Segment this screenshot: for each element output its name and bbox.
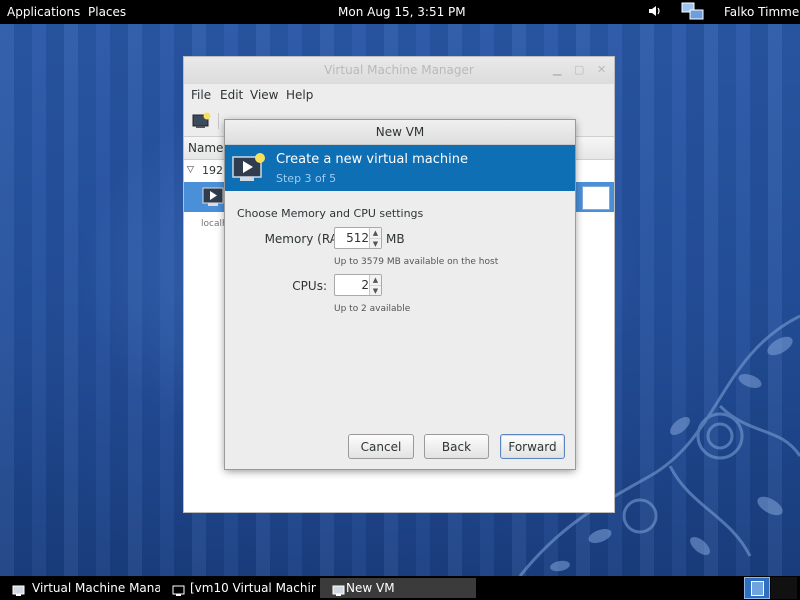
places-menu[interactable]: Places — [88, 5, 126, 19]
menu-edit[interactable]: Edit — [220, 88, 243, 102]
cpu-increment-icon[interactable]: ▲ — [370, 275, 381, 285]
memory-spinner-arrows: ▲ ▼ — [369, 228, 381, 248]
menu-file[interactable]: File — [191, 88, 211, 102]
workspace-switcher-2[interactable] — [771, 577, 797, 599]
cpu-spinner-arrows: ▲ ▼ — [369, 275, 381, 295]
workspace-window-thumbnail — [751, 581, 764, 596]
clock[interactable]: Mon Aug 15, 3:51 PM — [338, 5, 466, 19]
minimize-icon[interactable]: ▁ — [553, 63, 561, 76]
cpu-decrement-icon[interactable]: ▼ — [370, 285, 381, 295]
vm-sublabel: localh — [201, 219, 228, 229]
dialog-title-bar[interactable]: New VM — [225, 120, 575, 145]
taskbar-label: Virtual Machine Mana... — [32, 581, 160, 595]
menu-view[interactable]: View — [250, 88, 278, 102]
wizard-title: Create a new virtual machine — [276, 152, 468, 167]
expander-icon[interactable]: ▽ — [187, 165, 194, 175]
wizard-header: Create a new virtual machine Step 3 of 5 — [225, 145, 575, 191]
new-vm-dialog: New VM Create a new virtual machine Step… — [225, 120, 575, 469]
taskbar-label: New VM — [346, 581, 395, 595]
forward-button[interactable]: Forward — [500, 434, 565, 459]
taskbar-label: [vm10 Virtual Machine] — [190, 581, 316, 595]
user-menu[interactable]: Falko Timme — [724, 5, 799, 19]
connection-label: 192. — [202, 164, 227, 177]
column-name[interactable]: Name — [188, 141, 223, 155]
cancel-button[interactable]: Cancel — [348, 434, 414, 459]
vmm-icon — [12, 583, 26, 598]
cpu-usage-graph — [582, 186, 610, 210]
taskbar-item-vmm[interactable]: Virtual Machine Mana... — [0, 578, 160, 598]
cpu-input[interactable] — [335, 275, 371, 295]
menu-help[interactable]: Help — [286, 88, 313, 102]
vmm-title: Virtual Machine Manager — [324, 63, 474, 77]
vmm-menubar: File Edit View Help — [184, 84, 614, 106]
memory-input[interactable] — [335, 228, 371, 248]
cpu-spinner[interactable]: ▲ ▼ — [334, 274, 382, 296]
applications-menu[interactable]: Applications — [7, 5, 80, 19]
memory-increment-icon[interactable]: ▲ — [370, 228, 381, 238]
memory-unit: MB — [386, 232, 405, 246]
taskbar-item-new-vm[interactable]: New VM — [320, 578, 476, 598]
network-icon[interactable] — [681, 2, 705, 25]
close-icon[interactable]: ✕ — [597, 63, 606, 76]
maximize-icon[interactable]: ▢ — [574, 63, 584, 76]
new-vm-icon — [231, 151, 267, 188]
bottom-panel: Virtual Machine Mana... [vm10 Virtual Ma… — [0, 576, 800, 600]
dialog-title: New VM — [375, 125, 425, 139]
vmm-title-bar[interactable]: Virtual Machine Manager — [184, 57, 614, 84]
back-button[interactable]: Back — [424, 434, 489, 459]
volume-icon[interactable] — [648, 4, 662, 21]
new-vm-icon[interactable] — [192, 112, 212, 133]
cpu-hint: Up to 2 available — [334, 304, 411, 314]
toolbar-separator — [218, 113, 219, 129]
taskbar-item-vm10[interactable]: [vm10 Virtual Machine] — [160, 578, 316, 598]
memory-hint: Up to 3579 MB available on the host — [334, 257, 499, 267]
top-panel: Applications Places Mon Aug 15, 3:51 PM … — [0, 0, 800, 24]
wizard-step: Step 3 of 5 — [276, 172, 337, 185]
cpu-label: CPUs: — [292, 279, 327, 293]
memory-decrement-icon[interactable]: ▼ — [370, 238, 381, 248]
memory-spinner[interactable]: ▲ ▼ — [334, 227, 382, 249]
section-label: Choose Memory and CPU settings — [237, 207, 424, 220]
vm-running-icon — [202, 186, 226, 211]
workspace-switcher-1[interactable] — [744, 577, 770, 599]
new-vm-icon — [332, 583, 346, 598]
vm-console-icon — [172, 583, 186, 598]
